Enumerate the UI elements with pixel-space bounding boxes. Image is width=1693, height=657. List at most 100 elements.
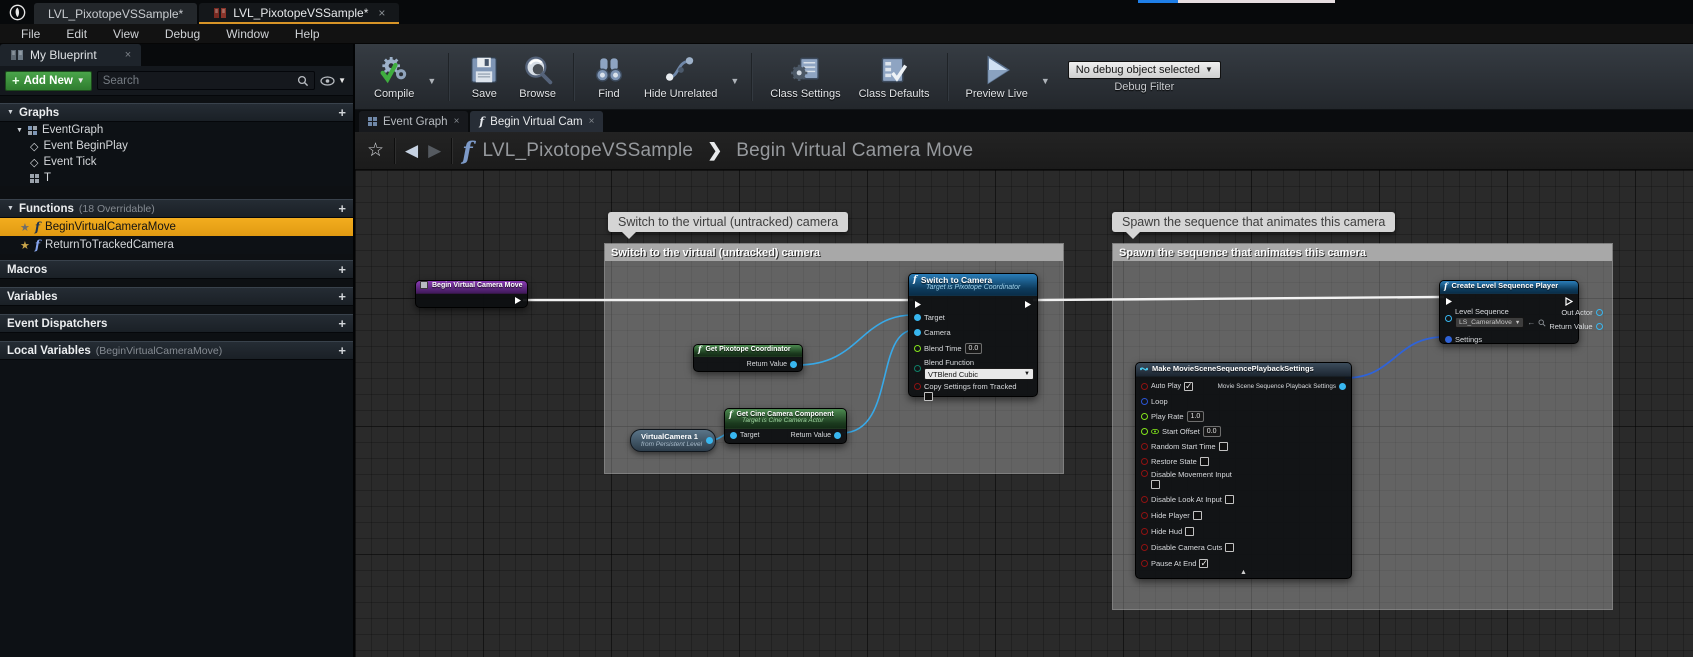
menu-window[interactable]: Window (213, 24, 282, 43)
node-switch-to-camera[interactable]: f Switch to Camera Target is Pixotope Co… (908, 273, 1038, 397)
copy-settings-pin[interactable] (914, 383, 921, 390)
section-variables[interactable]: Variables + (0, 287, 353, 306)
play-rate-input[interactable]: 1.0 (1187, 411, 1205, 422)
auto-play-checkbox[interactable] (1184, 382, 1193, 391)
add-graph-button[interactable]: + (338, 105, 346, 120)
breadcrumb-current[interactable]: Begin Virtual Camera Move (736, 140, 973, 162)
hide-unrelated-button[interactable]: Hide Unrelated (635, 51, 726, 103)
close-icon[interactable]: × (378, 6, 385, 20)
tree-item-eventgraph[interactable]: ▼ EventGraph (0, 122, 353, 138)
exec-out-pin[interactable] (1024, 300, 1032, 309)
browse-to-asset-icon[interactable] (1538, 319, 1546, 327)
collapse-node-arrow-icon[interactable]: ▲ (1240, 569, 1247, 576)
add-function-button[interactable]: + (338, 201, 346, 216)
close-icon[interactable]: × (589, 116, 595, 127)
section-macros[interactable]: Macros + (0, 260, 353, 279)
disable-movement-input-pin[interactable] (1141, 470, 1148, 477)
object-out-pin[interactable] (706, 437, 713, 444)
disable-movement-input-checkbox[interactable] (1151, 480, 1160, 489)
pause-at-end-checkbox[interactable] (1199, 559, 1208, 568)
tree-item-event-tick[interactable]: ◇ Event Tick (0, 154, 353, 170)
loop-pin[interactable] (1141, 398, 1148, 405)
tab-begin-virtual-camera[interactable]: f Begin Virtual Cam × (470, 111, 603, 132)
find-button[interactable]: Find (583, 51, 635, 103)
target-pin[interactable] (730, 432, 737, 439)
collapse-triangle-icon[interactable]: ▼ (7, 205, 14, 212)
class-defaults-button[interactable]: Class Defaults (850, 51, 939, 103)
use-selected-arrow-icon[interactable]: ← (1527, 318, 1535, 327)
copy-settings-checkbox[interactable] (924, 392, 933, 401)
restore-state-checkbox[interactable] (1200, 457, 1209, 466)
compile-options-caret-icon[interactable]: ▼ (423, 76, 440, 86)
tab-my-blueprint[interactable]: My Blueprint × (0, 44, 141, 66)
menu-help[interactable]: Help (282, 24, 333, 43)
add-event-dispatcher-button[interactable]: + (338, 316, 346, 331)
hide-hud-pin[interactable] (1141, 528, 1148, 535)
section-graphs[interactable]: ▼ Graphs + (0, 103, 353, 122)
node-virtualcamera-1[interactable]: VirtualCamera 1 from Persistent Level (630, 429, 716, 452)
menu-edit[interactable]: Edit (53, 24, 100, 43)
search-input[interactable]: Search (97, 71, 315, 90)
settings-out-pin[interactable] (1339, 383, 1346, 390)
favorite-star-icon[interactable]: ☆ (367, 139, 384, 162)
target-pin[interactable] (914, 314, 921, 321)
disable-camera-cuts-checkbox[interactable] (1225, 543, 1234, 552)
auto-play-pin[interactable] (1141, 383, 1148, 390)
play-rate-pin[interactable] (1141, 413, 1148, 420)
function-item-returntotrackedcamera[interactable]: ★ f ReturnToTrackedCamera (0, 236, 353, 254)
blend-time-pin[interactable] (914, 345, 921, 352)
compile-button[interactable]: Compile (365, 51, 423, 103)
breadcrumb-root[interactable]: LVL_PixotopeVSSample (483, 140, 694, 162)
blend-time-input[interactable]: 0.0 (965, 343, 983, 354)
blend-function-pin[interactable] (914, 365, 921, 372)
graph-canvas[interactable]: Switch to the virtual (untracked) camera… (355, 170, 1693, 657)
menu-view[interactable]: View (100, 24, 152, 43)
section-local-variables[interactable]: Local Variables (BeginVirtualCameraMove)… (0, 341, 353, 360)
random-start-time-checkbox[interactable] (1219, 442, 1228, 451)
nav-back-icon[interactable]: ◀ (405, 141, 418, 161)
window-tab-level[interactable]: LVL_PixotopeVSSample* (34, 3, 197, 24)
out-actor-pin[interactable] (1596, 309, 1603, 316)
hide-player-pin[interactable] (1141, 512, 1148, 519)
level-sequence-pin[interactable] (1445, 315, 1452, 322)
tree-item-event-beginplay[interactable]: ◇ Event BeginPlay (0, 138, 353, 154)
settings-pin[interactable] (1445, 336, 1452, 343)
menu-file[interactable]: File (8, 24, 53, 43)
browse-button[interactable]: Browse (510, 51, 565, 103)
start-offset-pin[interactable] (1141, 428, 1148, 435)
return-value-pin[interactable] (834, 432, 841, 439)
exec-out-pin[interactable] (514, 296, 522, 305)
hide-unrelated-options-caret-icon[interactable]: ▼ (726, 76, 743, 86)
disable-look-at-input-pin[interactable] (1141, 496, 1148, 503)
section-functions[interactable]: ▼ Functions (18 Overridable) + (0, 199, 353, 218)
add-variable-button[interactable]: + (338, 289, 346, 304)
node-get-pixotope-coordinator[interactable]: f Get Pixotope Coordinator Return Value (693, 344, 803, 372)
collapse-triangle-icon[interactable]: ▼ (16, 127, 23, 134)
tree-item-t[interactable]: T (0, 170, 353, 186)
tab-event-graph[interactable]: Event Graph × (359, 111, 468, 132)
preview-live-button[interactable]: Preview Live (957, 51, 1037, 103)
random-start-time-pin[interactable] (1141, 443, 1148, 450)
node-create-level-sequence-player[interactable]: f Create Level Sequence Player Level Seq… (1439, 280, 1579, 344)
close-icon[interactable]: × (454, 116, 460, 127)
node-begin-virtual-camera-move[interactable]: Begin Virtual Camera Move (415, 280, 528, 308)
start-offset-input[interactable]: 0.0 (1203, 426, 1221, 437)
hide-player-checkbox[interactable] (1193, 511, 1202, 520)
camera-pin[interactable] (914, 329, 921, 336)
view-options-button[interactable]: ▼ (320, 76, 348, 86)
add-local-variable-button[interactable]: + (338, 343, 346, 358)
preview-live-options-caret-icon[interactable]: ▼ (1037, 76, 1054, 86)
unreal-logo-icon[interactable] (0, 0, 34, 24)
disable-look-at-input-checkbox[interactable] (1225, 495, 1234, 504)
collapse-triangle-icon[interactable]: ▼ (7, 109, 14, 116)
return-value-pin[interactable] (790, 361, 797, 368)
nav-forward-icon[interactable]: ▶ (428, 141, 441, 161)
level-sequence-dropdown[interactable]: LS_CameraMove ▼ (1455, 317, 1524, 328)
debug-object-dropdown[interactable]: No debug object selected ▼ (1068, 61, 1221, 79)
window-tab-blueprint[interactable]: LVL_PixotopeVSSample* × (199, 3, 399, 24)
section-event-dispatchers[interactable]: Event Dispatchers + (0, 314, 353, 333)
save-button[interactable]: Save (458, 51, 510, 103)
close-icon[interactable]: × (125, 49, 131, 61)
exec-in-pin[interactable] (914, 300, 922, 309)
return-value-pin[interactable] (1596, 323, 1603, 330)
